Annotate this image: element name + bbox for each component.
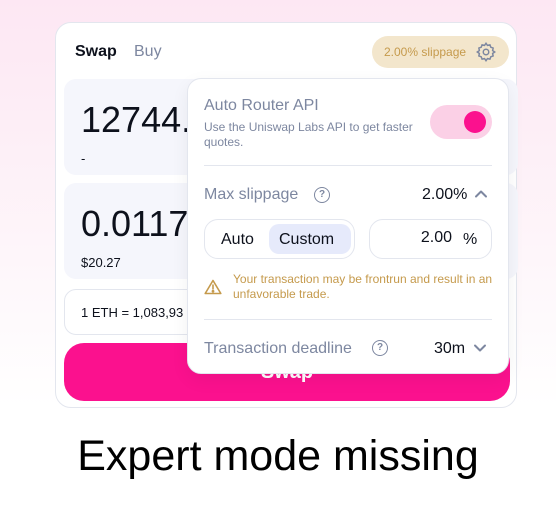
slippage-settings-button[interactable]: 2.00% slippage bbox=[372, 36, 509, 68]
output-usd-value: $20.27 bbox=[81, 255, 121, 270]
tab-buy[interactable]: Buy bbox=[134, 43, 162, 61]
slippage-input-box: % bbox=[369, 219, 492, 259]
max-slippage-label: Max slippage bbox=[204, 186, 299, 203]
input-usd-value: - bbox=[81, 151, 86, 166]
exchange-rate-text: 1 ETH = 1,083,93 bbox=[81, 305, 184, 320]
slippage-auto-option[interactable]: Auto bbox=[221, 231, 254, 249]
help-icon[interactable]: ? bbox=[314, 187, 330, 203]
output-amount[interactable]: 0.0117 bbox=[81, 203, 188, 245]
toggle-knob bbox=[464, 111, 486, 133]
warning-icon bbox=[204, 279, 222, 295]
auto-router-title: Auto Router API bbox=[204, 97, 319, 114]
slippage-mode-selector: Auto Custom bbox=[204, 219, 355, 259]
caption: Expert mode missing bbox=[77, 432, 479, 480]
input-amount[interactable]: 12744. bbox=[81, 99, 191, 141]
transaction-deadline-value[interactable]: 30m bbox=[434, 340, 465, 358]
slippage-custom-label: Custom bbox=[279, 231, 335, 248]
help-icon[interactable]: ? bbox=[372, 340, 388, 356]
slippage-label: 2.00% slippage bbox=[384, 45, 467, 59]
settings-popover: Auto Router API Use the Uniswap Labs API… bbox=[187, 78, 509, 374]
divider bbox=[204, 319, 492, 320]
tab-swap[interactable]: Swap bbox=[75, 43, 117, 61]
frontrun-warning: Your transaction may be frontrun and res… bbox=[233, 272, 493, 301]
slippage-input[interactable] bbox=[384, 229, 452, 247]
transaction-deadline-label: Transaction deadline bbox=[204, 340, 352, 357]
gear-icon[interactable] bbox=[475, 41, 497, 63]
max-slippage-value[interactable]: 2.00% bbox=[422, 186, 467, 204]
auto-router-toggle[interactable] bbox=[430, 105, 492, 139]
divider bbox=[204, 165, 492, 166]
percent-sign: % bbox=[463, 231, 478, 248]
slippage-custom-option[interactable]: Custom bbox=[269, 224, 351, 254]
chevron-up-icon[interactable] bbox=[473, 186, 489, 202]
auto-router-description: Use the Uniswap Labs API to get faster q… bbox=[204, 120, 413, 149]
chevron-down-icon[interactable] bbox=[472, 340, 488, 356]
